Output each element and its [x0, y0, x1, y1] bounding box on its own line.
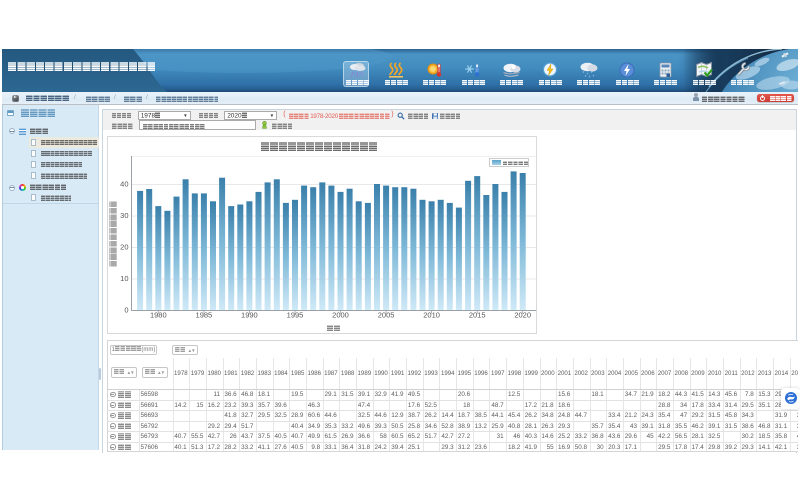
svg-text:10: 10	[120, 274, 128, 283]
svg-text:2020: 2020	[514, 311, 531, 320]
svg-text:1995: 1995	[287, 311, 304, 320]
svg-text:30: 30	[120, 211, 128, 220]
svg-text:2010: 2010	[423, 311, 440, 320]
svg-text:1990: 1990	[241, 311, 258, 320]
svg-text:20: 20	[120, 243, 128, 252]
svg-text:2000: 2000	[332, 311, 349, 320]
svg-text:2015: 2015	[469, 311, 486, 320]
svg-text:1980: 1980	[150, 311, 167, 320]
svg-text:2005: 2005	[378, 311, 395, 320]
svg-text:1985: 1985	[196, 311, 213, 320]
svg-text:40: 40	[120, 180, 128, 189]
svg-text:0: 0	[124, 306, 128, 315]
